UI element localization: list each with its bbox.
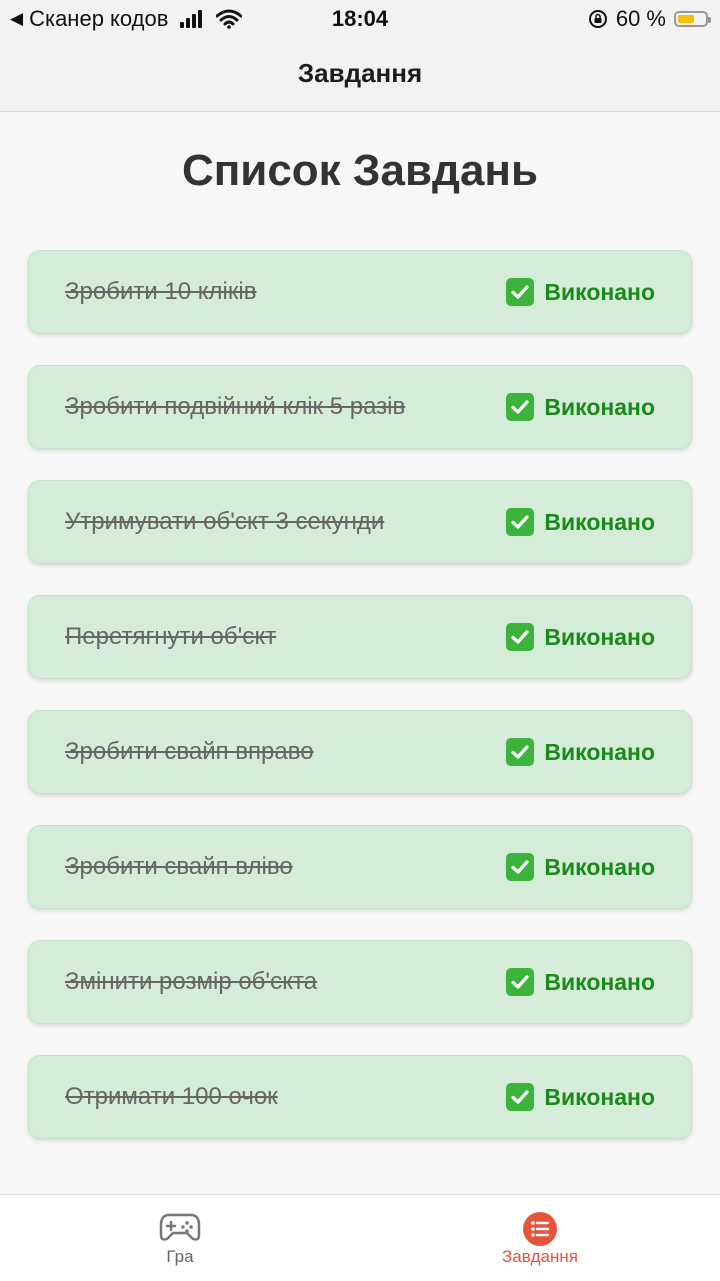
task-item[interactable]: Отримати 100 очок Виконано <box>28 1055 692 1139</box>
task-list: Зробити 10 кліків Виконано Зробити подвійн… <box>28 250 692 1170</box>
status-label: Виконано <box>544 393 655 420</box>
checkmark-icon <box>506 1083 535 1111</box>
task-name: Перетягнути об'єкт <box>65 623 277 650</box>
tab-tasks-label: Завдання <box>502 1247 578 1266</box>
task-item[interactable]: Зробити свайп вліво Виконано <box>28 825 692 909</box>
rotation-lock-icon <box>588 10 607 28</box>
checkmark-icon <box>506 968 535 996</box>
task-name: Зробити свайп вправо <box>65 738 314 765</box>
task-name: Зробити свайп вліво <box>65 853 293 880</box>
checkmark-icon <box>506 393 535 421</box>
status-bar: ◀ Сканер кодов 18:04 60 % <box>0 0 720 38</box>
status-label: Виконано <box>544 508 655 535</box>
gamepad-icon <box>159 1213 201 1241</box>
tab-tasks[interactable]: Завдання <box>360 1195 720 1281</box>
task-item[interactable]: Зробити подвійний клік 5 разів Виконано <box>28 365 692 449</box>
status-label: Виконано <box>544 853 655 880</box>
status-label: Виконано <box>544 1083 655 1110</box>
battery-percent: 60 % <box>615 6 666 31</box>
task-status: Виконано <box>506 278 655 306</box>
task-name: Зробити 10 кліків <box>65 278 257 305</box>
task-status: Виконано <box>506 508 655 536</box>
tab-game[interactable]: Гра <box>0 1195 360 1281</box>
status-label: Виконано <box>544 623 655 650</box>
checkmark-icon <box>506 508 535 536</box>
task-status: Виконано <box>506 853 655 881</box>
task-status: Виконано <box>506 738 655 766</box>
task-name: Зробити подвійний клік 5 разів <box>65 393 406 420</box>
battery-icon <box>674 11 711 27</box>
task-item[interactable]: Зробити свайп вправо Виконано <box>28 710 692 794</box>
status-label: Виконано <box>544 968 655 995</box>
task-item[interactable]: Утримувати об'єкт 3 секунди Виконано <box>28 480 692 564</box>
tab-game-label: Гра <box>166 1247 194 1266</box>
task-item[interactable]: Перетягнути об'єкт Виконано <box>28 595 692 679</box>
task-name: Утримувати об'єкт 3 секунди <box>65 508 385 535</box>
task-name: Змінити розмір об'єкта <box>65 968 318 995</box>
checkmark-icon <box>506 623 535 651</box>
task-status: Виконано <box>506 393 655 421</box>
page-title: Список Завдань <box>181 146 539 195</box>
nav-bar: Завдання <box>0 38 720 112</box>
list-icon <box>523 1212 557 1246</box>
status-label: Виконано <box>544 278 655 305</box>
task-item[interactable]: Зробити 10 кліків Виконано <box>28 250 692 334</box>
task-status: Виконано <box>506 1083 655 1111</box>
status-label: Виконано <box>544 738 655 765</box>
tab-bar: Гра Завдання <box>0 1194 720 1281</box>
task-status: Виконано <box>506 623 655 651</box>
checkmark-icon <box>506 738 535 766</box>
checkmark-icon <box>506 853 535 881</box>
task-item[interactable]: Змінити розмір об'єкта Виконано <box>28 940 692 1024</box>
nav-title: Завдання <box>297 58 423 88</box>
task-name: Отримати 100 очок <box>65 1083 278 1110</box>
checkmark-icon <box>506 278 535 306</box>
task-status: Виконано <box>506 968 655 996</box>
